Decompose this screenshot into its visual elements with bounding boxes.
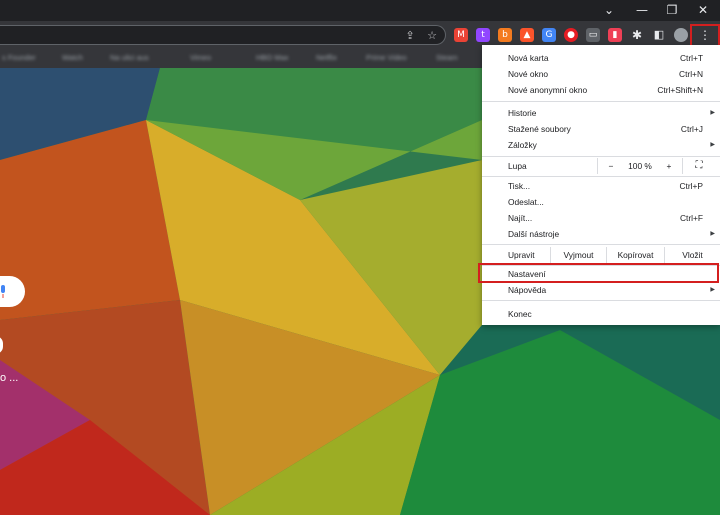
minimize-button[interactable]: — <box>627 0 657 21</box>
extensions-puzzle-icon[interactable]: ✱ <box>630 28 644 42</box>
menu-divider <box>482 244 720 245</box>
ext-grey-icon[interactable]: ▭ <box>586 28 600 42</box>
menu-item-incognito[interactable]: Nové anonymní okno Ctrl+Shift+N <box>482 82 720 98</box>
menu-divider <box>482 300 720 301</box>
paste-button[interactable]: Vložit <box>664 247 720 263</box>
menu-item-shortcut: Ctrl+N <box>679 69 703 79</box>
menu-item-label: Konec <box>508 309 532 319</box>
submenu-arrow-icon: ▶ <box>710 142 715 148</box>
gmail-extension-icon[interactable]: M <box>454 28 468 42</box>
menu-item-label: Nápověda <box>508 285 547 295</box>
settings-highlight <box>478 263 719 283</box>
menu-item-shortcut: Ctrl+F <box>679 213 703 223</box>
menu-item-label: Stažené soubory <box>508 124 571 134</box>
bookmark-item[interactable]: s Founder <box>2 53 36 63</box>
cut-button[interactable]: Vyjmout <box>550 247 606 263</box>
menu-item-new-tab[interactable]: Nová karta Ctrl+T <box>482 50 720 66</box>
pocket-extension-icon[interactable]: ▮ <box>608 28 622 42</box>
bookmark-item[interactable]: Prime Video <box>366 53 407 63</box>
menu-item-zoom: Lupa − 100 % + ⛶ <box>482 158 720 174</box>
star-icon[interactable]: ☆ <box>424 28 440 44</box>
submenu-arrow-icon: ▶ <box>710 287 715 293</box>
twitch-extension-icon[interactable]: t <box>476 28 490 42</box>
menu-item-label: Záložky <box>508 140 537 150</box>
menu-item-label: Najít... <box>508 213 533 223</box>
bookmark-item[interactable]: HBO Max <box>256 53 289 63</box>
menu-item-shortcut: Ctrl+T <box>679 53 703 63</box>
menu-item-exit[interactable]: Konec <box>482 306 720 322</box>
adblock-extension-icon[interactable]: ● <box>564 28 578 42</box>
profile-avatar[interactable] <box>674 28 688 42</box>
menu-item-new-window[interactable]: Nové okno Ctrl+N <box>482 66 720 82</box>
menu-item-shortcut: Ctrl+J <box>680 124 703 134</box>
bookmark-item[interactable]: Netflix <box>316 53 337 63</box>
menu-item-edit: Upravit Vyjmout Kopírovat Vložit <box>482 247 720 263</box>
menu-item-label: Nová karta <box>508 53 549 63</box>
menu-item-label: Nové okno <box>508 69 549 79</box>
b-extension-icon[interactable]: b <box>498 28 512 42</box>
microphone-icon[interactable] <box>0 285 6 299</box>
submenu-arrow-icon: ▶ <box>710 231 715 237</box>
zoom-value: 100 % <box>628 161 652 171</box>
menu-item-label: Nové anonymní okno <box>508 85 588 95</box>
menu-item-help[interactable]: Nápověda ▶ <box>482 282 720 298</box>
brave-extension-icon[interactable]: ▲ <box>520 28 534 42</box>
address-bar[interactable]: ⇪ ☆ <box>0 25 446 45</box>
share-icon[interactable]: ⇪ <box>402 28 418 44</box>
menu-item-history[interactable]: Historie ▶ <box>482 105 720 121</box>
menu-item-label: Historie <box>508 108 537 118</box>
zoom-controls: − 100 % + <box>597 158 683 174</box>
zoom-in-button[interactable]: + <box>656 158 682 174</box>
menu-divider <box>482 156 720 157</box>
menu-item-more-tools[interactable]: Další nástroje ▶ <box>482 226 720 242</box>
menu-divider <box>482 176 720 177</box>
menu-item-label: Lupa <box>508 161 527 171</box>
submenu-arrow-icon: ▶ <box>710 110 715 116</box>
menu-item-print[interactable]: Tisk... Ctrl+P <box>482 178 720 194</box>
copy-button[interactable]: Kopírovat <box>606 247 664 263</box>
side-panel-icon[interactable]: ◧ <box>652 28 666 42</box>
restore-button[interactable]: ❐ <box>657 0 687 21</box>
shortcut-label[interactable]: o ... <box>0 372 18 384</box>
tab-search-button[interactable]: ⌄ <box>594 0 624 21</box>
zoom-out-button[interactable]: − <box>598 158 624 174</box>
menu-item-label: Odeslat... <box>508 197 544 207</box>
menu-divider <box>482 101 720 102</box>
fullscreen-icon[interactable]: ⛶ <box>690 158 708 174</box>
menu-item-find[interactable]: Najít... Ctrl+F <box>482 210 720 226</box>
close-button[interactable]: ✕ <box>688 0 718 21</box>
menu-item-cast[interactable]: Odeslat... <box>482 194 720 210</box>
translate-extension-icon[interactable]: G <box>542 28 556 42</box>
bookmark-item[interactable]: Vimeo <box>190 53 211 63</box>
menu-item-bookmarks[interactable]: Záložky ▶ <box>482 137 720 153</box>
menu-item-label: Upravit <box>508 250 535 260</box>
menu-item-shortcut: Ctrl+P <box>679 181 703 191</box>
menu-item-shortcut: Ctrl+Shift+N <box>657 85 703 95</box>
title-bar: ⌄ — ❐ ✕ <box>0 0 720 21</box>
bookmark-item[interactable]: Watch <box>62 53 83 63</box>
menu-item-label: Tisk... <box>508 181 531 191</box>
bookmark-item[interactable]: Steam <box>436 53 458 63</box>
bookmark-item[interactable]: Na ulici aus <box>110 53 149 63</box>
menu-item-downloads[interactable]: Stažené soubory Ctrl+J <box>482 121 720 137</box>
menu-item-label: Další nástroje <box>508 229 560 239</box>
chrome-main-menu: Nová karta Ctrl+T Nové okno Ctrl+N Nové … <box>482 45 720 325</box>
